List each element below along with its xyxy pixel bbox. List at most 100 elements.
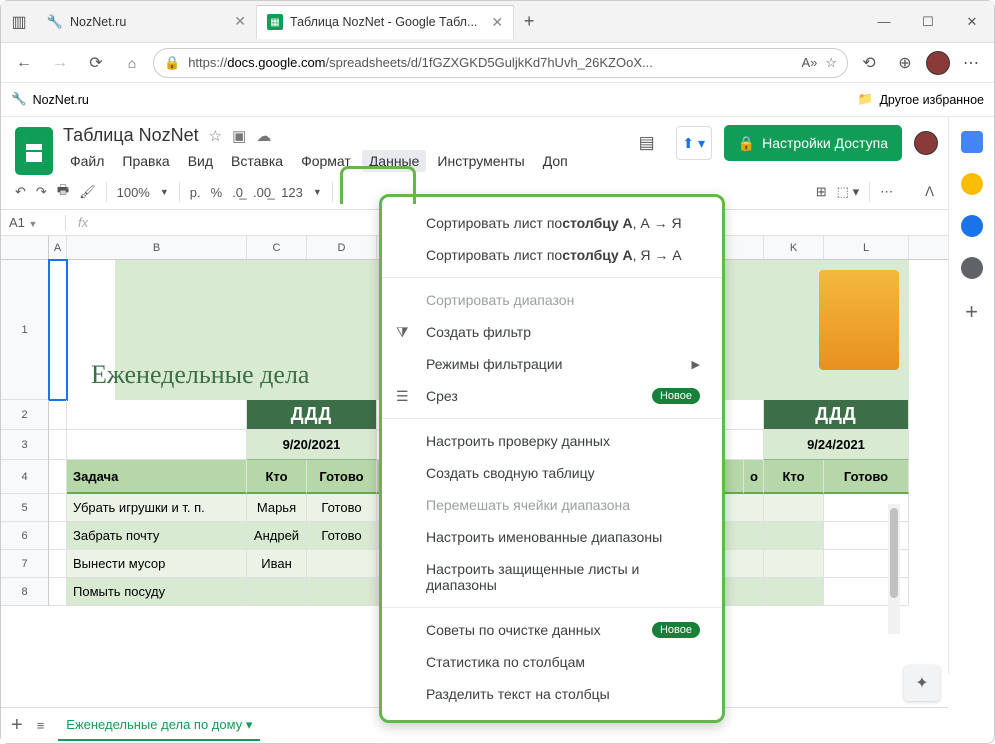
currency-button[interactable]: р. bbox=[190, 185, 201, 200]
all-sheets-button[interactable]: ≡ bbox=[37, 718, 45, 733]
col-who[interactable]: Кто bbox=[247, 460, 307, 494]
col-done[interactable]: Готово bbox=[824, 460, 909, 494]
share-button[interactable]: 🔒 Настройки Доступа bbox=[724, 125, 902, 161]
browser-menu-button[interactable]: ⋯ bbox=[956, 48, 986, 78]
print-button[interactable]: 🖶 bbox=[57, 181, 69, 203]
day-header[interactable]: ДДД bbox=[764, 400, 909, 430]
read-aloud-icon[interactable]: A» bbox=[801, 55, 817, 70]
sheet-tab[interactable]: Еженедельные дела по дому ▾ bbox=[58, 711, 260, 741]
account-avatar[interactable] bbox=[914, 131, 938, 155]
collapse-icon[interactable]: ᐱ bbox=[925, 184, 934, 200]
contacts-icon[interactable] bbox=[961, 257, 983, 279]
paint-format-button[interactable]: 🖌 bbox=[79, 184, 96, 200]
row-header[interactable]: 1 bbox=[1, 260, 49, 400]
menu-protected[interactable]: Настроить защищенные листы и диапазоны bbox=[382, 553, 722, 601]
calendar-icon[interactable] bbox=[961, 131, 983, 153]
cell-a1[interactable] bbox=[49, 260, 67, 400]
menu-named-ranges[interactable]: Настроить именованные диапазоны bbox=[382, 521, 722, 553]
browser-tab-active[interactable]: ▦ Таблица NozNet - Google Табл... ✕ bbox=[257, 5, 514, 39]
undo-button[interactable]: ↶ bbox=[15, 184, 26, 200]
col-header[interactable]: C bbox=[247, 236, 307, 259]
col-done[interactable]: Готово bbox=[307, 460, 377, 494]
merge-button[interactable]: ⬚ ▾ bbox=[837, 184, 859, 200]
row-header[interactable]: 4 bbox=[1, 460, 49, 494]
fav-folder[interactable]: Другое избранное bbox=[879, 93, 984, 107]
redo-button[interactable]: ↷ bbox=[36, 184, 47, 200]
menu-sort-za[interactable]: Сортировать лист по столбцу A, Я → А bbox=[382, 239, 722, 271]
vertical-scrollbar[interactable] bbox=[888, 504, 900, 634]
name-box[interactable]: A1 ▼ bbox=[1, 215, 66, 230]
collections-icon[interactable]: ⊕ bbox=[890, 48, 920, 78]
menu-split[interactable]: Разделить текст на столбцы bbox=[382, 678, 722, 710]
maximize-button[interactable]: ☐ bbox=[906, 2, 950, 42]
home-button[interactable]: ⌂ bbox=[117, 48, 147, 78]
menu-edit[interactable]: Правка bbox=[115, 150, 176, 172]
increase-decimal-button[interactable]: .00̲ bbox=[253, 185, 271, 200]
menu-insert[interactable]: Вставка bbox=[224, 150, 290, 172]
close-icon[interactable]: ✕ bbox=[234, 13, 246, 30]
profile-avatar[interactable] bbox=[926, 51, 950, 75]
zoom-select[interactable]: 100% bbox=[117, 185, 150, 200]
tasks-icon[interactable] bbox=[961, 215, 983, 237]
col-header[interactable]: A bbox=[49, 236, 67, 259]
fav-item[interactable]: NozNet.ru bbox=[33, 93, 89, 107]
decrease-decimal-button[interactable]: .0̲ bbox=[232, 185, 243, 200]
present-button[interactable]: ⬆ ▾ bbox=[676, 126, 712, 160]
menu-tools[interactable]: Инструменты bbox=[430, 150, 531, 172]
col-who[interactable]: Кто bbox=[764, 460, 824, 494]
menu-file[interactable]: Файл bbox=[63, 150, 111, 172]
keep-icon[interactable] bbox=[961, 173, 983, 195]
row-header[interactable]: 6 bbox=[1, 522, 49, 550]
row-header[interactable]: 7 bbox=[1, 550, 49, 578]
minimize-button[interactable]: ― bbox=[862, 2, 906, 42]
back-button[interactable]: ← bbox=[9, 48, 39, 78]
comments-icon[interactable]: ▤ bbox=[630, 126, 664, 160]
menu-pivot[interactable]: Создать сводную таблицу bbox=[382, 457, 722, 489]
star-icon[interactable]: ☆ bbox=[209, 127, 222, 145]
task-cell[interactable]: Убрать игрушки и т. п. bbox=[67, 494, 247, 522]
col-task[interactable]: Задача bbox=[67, 460, 247, 494]
refresh-button[interactable]: ⟳ bbox=[81, 48, 111, 78]
add-sheet-button[interactable]: + bbox=[11, 714, 23, 737]
col-header[interactable]: B bbox=[67, 236, 247, 259]
more-formats-button[interactable]: 123 bbox=[281, 185, 303, 200]
menu-filter-views[interactable]: Режимы фильтрации▶ bbox=[382, 348, 722, 380]
more-toolbar-button[interactable]: ⋯ bbox=[880, 184, 893, 200]
col-o[interactable]: о bbox=[744, 460, 764, 494]
sync-icon[interactable]: ⟲ bbox=[854, 48, 884, 78]
favorite-star-icon[interactable]: ☆ bbox=[825, 55, 837, 71]
move-icon[interactable]: ▣ bbox=[232, 127, 246, 145]
menu-view[interactable]: Вид bbox=[181, 150, 220, 172]
add-addon-button[interactable]: + bbox=[965, 299, 978, 325]
date-cell[interactable]: 9/20/2021 bbox=[247, 430, 377, 460]
col-header[interactable]: K bbox=[764, 236, 824, 259]
menu-col-stats[interactable]: Статистика по столбцам bbox=[382, 646, 722, 678]
borders-button[interactable]: ⊞ bbox=[816, 184, 827, 200]
menu-sort-az[interactable]: Сортировать лист по столбцу A, А → Я bbox=[382, 207, 722, 239]
close-icon[interactable]: ✕ bbox=[491, 14, 503, 31]
day-header[interactable]: ДДД bbox=[247, 400, 377, 430]
cloud-status-icon[interactable]: ☁ bbox=[256, 127, 271, 145]
select-all-corner[interactable] bbox=[1, 236, 49, 259]
date-cell[interactable]: 9/24/2021 bbox=[764, 430, 909, 460]
row-header[interactable]: 8 bbox=[1, 578, 49, 606]
menu-addons[interactable]: Доп bbox=[536, 150, 575, 172]
percent-button[interactable]: % bbox=[211, 185, 223, 200]
browser-tab[interactable]: 🔧 NozNet.ru ✕ bbox=[37, 5, 257, 39]
forward-button[interactable]: → bbox=[45, 48, 75, 78]
explore-button[interactable]: ✦ bbox=[904, 665, 940, 701]
dropdown-icon[interactable]: ▼ bbox=[160, 187, 169, 197]
menu-cleanup[interactable]: Советы по очистке данныхНовое bbox=[382, 614, 722, 646]
row-header[interactable]: 2 bbox=[1, 400, 49, 430]
menu-slicer[interactable]: ☰СрезНовое bbox=[382, 380, 722, 412]
row-header[interactable]: 5 bbox=[1, 494, 49, 522]
menu-filter[interactable]: ⧩Создать фильтр bbox=[382, 316, 722, 348]
close-window-button[interactable]: ✕ bbox=[950, 2, 994, 42]
new-tab-button[interactable]: + bbox=[514, 11, 544, 32]
doc-title[interactable]: Таблица NozNet bbox=[63, 125, 199, 146]
col-header[interactable]: L bbox=[824, 236, 909, 259]
menu-validation[interactable]: Настроить проверку данных bbox=[382, 425, 722, 457]
tabs-overview-icon[interactable]: ▥ bbox=[1, 12, 37, 32]
url-input[interactable]: 🔒 https://docs.google.com/spreadsheets/d… bbox=[153, 48, 848, 78]
row-header[interactable]: 3 bbox=[1, 430, 49, 460]
